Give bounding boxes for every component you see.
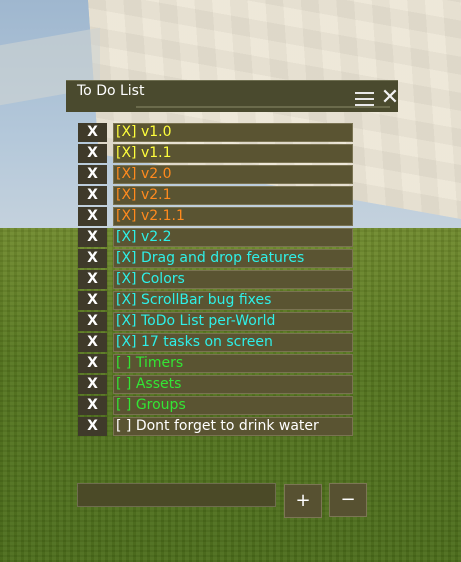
delete-task-button[interactable]: X [78,396,107,415]
delete-task-button[interactable]: X [78,354,107,373]
task-row: X [X] v2.1.1 [78,206,354,227]
hamburger-menu-icon[interactable] [355,92,374,107]
task-row: X [X] v2.1 [78,185,354,206]
delete-task-button[interactable]: X [78,312,107,331]
delete-task-button[interactable]: X [78,417,107,436]
task-row: X [ ] Timers [78,353,354,374]
task-label[interactable]: [X] v1.1 [113,144,353,163]
task-row: X [ ] Dont forget to drink water [78,416,354,437]
task-row: X [X] v1.1 [78,143,354,164]
task-label[interactable]: [X] v2.0 [113,165,353,184]
delete-task-button[interactable]: X [78,291,107,310]
delete-task-button[interactable]: X [78,333,107,352]
task-label[interactable]: [X] Drag and drop features [113,249,353,268]
task-label[interactable]: [X] v2.1 [113,186,353,205]
delete-task-button[interactable]: X [78,165,107,184]
task-row: X [X] Colors [78,269,354,290]
delete-task-button[interactable]: X [78,249,107,268]
task-label[interactable]: [ ] Assets [113,375,353,394]
task-label[interactable]: [ ] Groups [113,396,353,415]
window-title: To Do List [77,83,145,99]
title-divider [136,106,390,108]
task-label[interactable]: [X] Colors [113,270,353,289]
task-row: X [X] v2.2 [78,227,354,248]
task-row: X [X] ScrollBar bug fixes [78,290,354,311]
task-row: X [X] v2.0 [78,164,354,185]
delete-task-button[interactable]: X [78,270,107,289]
delete-task-button[interactable]: X [78,228,107,247]
task-label[interactable]: [X] 17 tasks on screen [113,333,353,352]
add-task-button[interactable]: + [284,484,322,518]
task-label[interactable]: [X] v2.1.1 [113,207,353,226]
task-row: X [ ] Assets [78,374,354,395]
delete-task-button[interactable]: X [78,186,107,205]
task-list: X [X] v1.0 X [X] v1.1 X [X] v2.0 X [X] v2.1 X [X]… [78,122,354,437]
task-row: X [X] 17 tasks on screen [78,332,354,353]
delete-task-button[interactable]: X [78,123,107,142]
task-row: X [X] ToDo List per-World [78,311,354,332]
remove-task-button[interactable]: − [329,483,367,517]
task-label[interactable]: [X] ToDo List per-World [113,312,353,331]
task-row: X [X] v1.0 [78,122,354,143]
task-label[interactable]: [ ] Timers [113,354,353,373]
close-icon[interactable]: ✕ [379,86,401,110]
todo-title-bar[interactable]: To Do List [66,80,398,112]
delete-task-button[interactable]: X [78,144,107,163]
delete-task-button[interactable]: X [78,207,107,226]
task-row: X [ ] Groups [78,395,354,416]
delete-task-button[interactable]: X [78,375,107,394]
task-label[interactable]: [X] v2.2 [113,228,353,247]
task-row: X [X] Drag and drop features [78,248,354,269]
task-label[interactable]: [X] ScrollBar bug fixes [113,291,353,310]
new-task-input[interactable] [77,483,276,507]
task-label[interactable]: [ ] Dont forget to drink water [113,417,353,436]
task-label[interactable]: [X] v1.0 [113,123,353,142]
